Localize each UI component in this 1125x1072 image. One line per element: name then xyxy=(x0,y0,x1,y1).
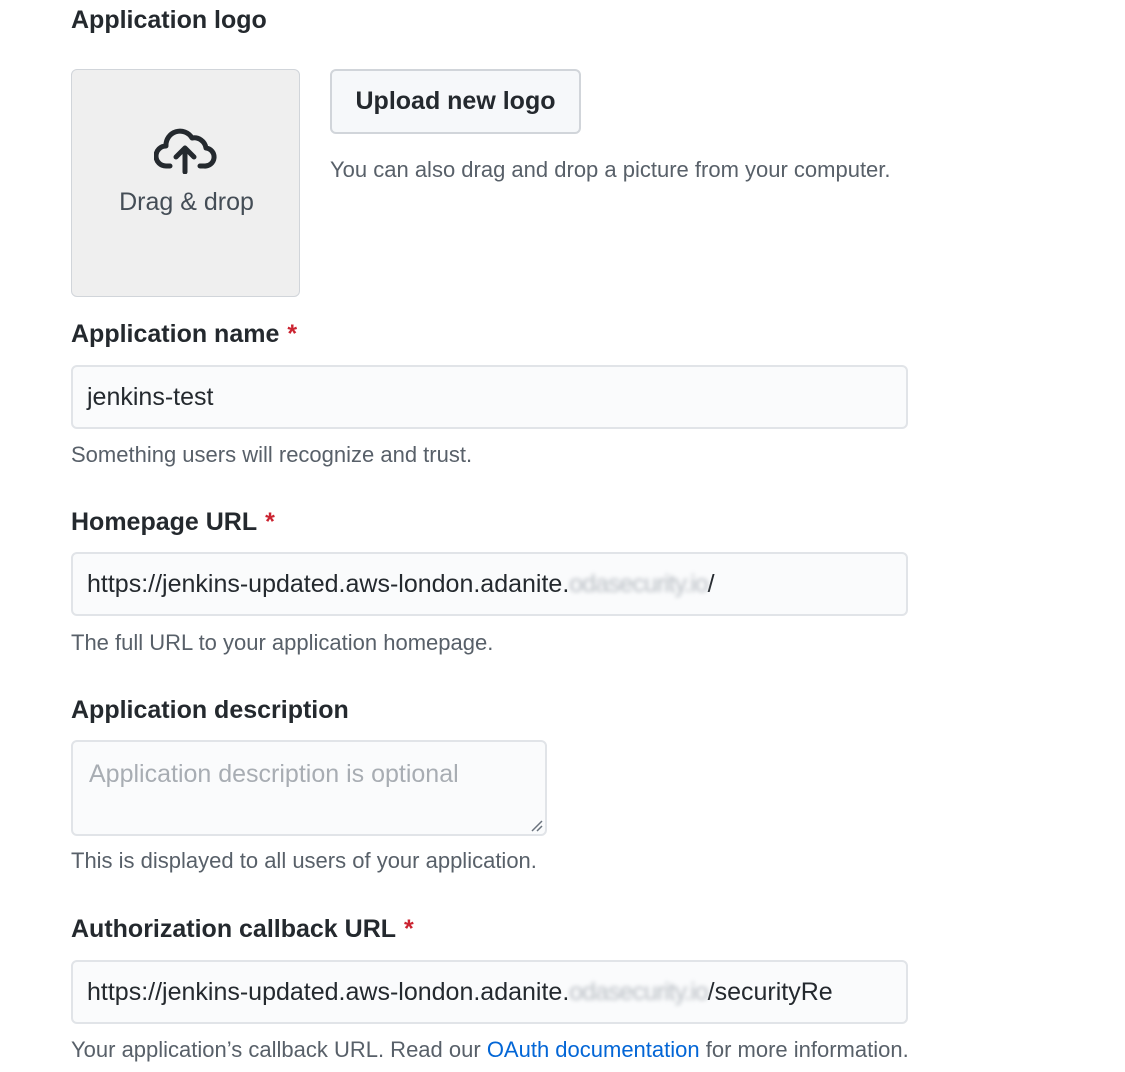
dropzone-text: Drag & drop xyxy=(119,188,254,216)
callback-url-redacted: odasecurity.io xyxy=(569,977,708,1006)
callback-hint-after: for more information. xyxy=(699,1037,909,1062)
callback-url-input[interactable]: https://jenkins-updated.aws-london.adani… xyxy=(71,960,908,1024)
resize-grip-icon[interactable] xyxy=(529,818,543,832)
callback-url-value-prefix: https://jenkins-updated.aws-london.adani… xyxy=(87,977,570,1006)
application-name-label: Application name * xyxy=(71,322,297,347)
logo-hint: You can also drag and drop a picture fro… xyxy=(330,157,891,182)
required-asterisk: * xyxy=(265,508,275,536)
logo-dropzone[interactable]: Drag & drop xyxy=(71,69,300,297)
callback-url-value-suffix: /securityRe xyxy=(707,977,833,1006)
application-logo-label: Application logo xyxy=(71,6,267,34)
application-name-input[interactable]: jenkins-test xyxy=(71,365,908,429)
upload-new-logo-button[interactable]: Upload new logo xyxy=(330,69,581,134)
cloud-upload-icon xyxy=(154,128,217,174)
required-asterisk: * xyxy=(287,320,298,348)
application-name-label-text: Application name xyxy=(71,320,280,348)
homepage-url-input[interactable]: https://jenkins-updated.aws-london.adani… xyxy=(71,552,908,616)
callback-url-label: Authorization callback URL * xyxy=(71,917,414,942)
homepage-url-value-suffix: / xyxy=(707,569,715,598)
homepage-url-redacted: odasecurity.io xyxy=(569,569,708,598)
homepage-url-label-text: Homepage URL xyxy=(71,508,258,536)
required-asterisk: * xyxy=(404,915,414,943)
oauth-documentation-link[interactable]: OAuth documentation xyxy=(487,1037,700,1062)
application-description-textarea[interactable]: Application description is optional xyxy=(71,740,547,836)
homepage-url-value-prefix: https://jenkins-updated.aws-london.adani… xyxy=(87,569,570,598)
application-name-hint: Something users will recognize and trust… xyxy=(71,442,473,467)
callback-url-hint: Your application’s callback URL. Read ou… xyxy=(71,1039,909,1061)
application-description-label: Application description xyxy=(71,696,349,724)
callback-url-label-text: Authorization callback URL xyxy=(71,915,397,943)
callback-hint-before: Your application’s callback URL. Read ou… xyxy=(71,1037,487,1062)
application-description-hint: This is displayed to all users of your a… xyxy=(71,848,537,873)
homepage-url-label: Homepage URL * xyxy=(71,510,275,535)
application-name-value: jenkins-test xyxy=(87,382,214,411)
homepage-url-hint: The full URL to your application homepag… xyxy=(71,630,494,655)
application-description-placeholder: Application description is optional xyxy=(89,760,459,788)
